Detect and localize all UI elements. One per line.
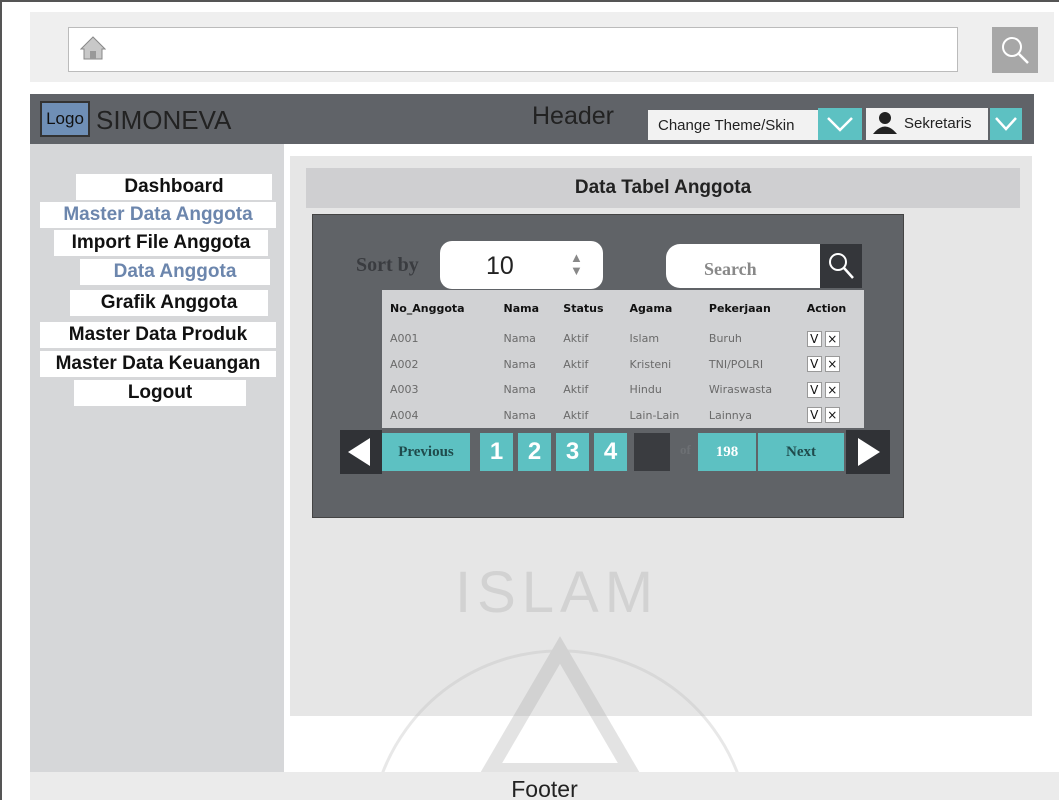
sidebar-item-logout[interactable]: Logout (74, 380, 246, 406)
cell-agama: Islam (629, 332, 660, 346)
watermark-text: ISLAM (455, 560, 659, 625)
cell-nama: Nama (503, 408, 536, 422)
sidebar-item-dashboard[interactable]: Dashboard (76, 174, 272, 200)
table-header-row: No_Anggota Nama Status Agama Pekerjaan A… (382, 290, 864, 326)
page-of-label: of (680, 442, 691, 457)
cell-status: Aktif (563, 383, 589, 397)
cell-nama: Nama (503, 383, 536, 397)
page-title: Data Tabel Anggota (306, 168, 1020, 208)
cell-no-anggota: A002 (390, 357, 419, 371)
chevron-down-icon (990, 117, 1022, 144)
delete-button[interactable]: × (824, 407, 840, 424)
cell-agama: Lain-Lain (629, 408, 680, 422)
cell-nama: Nama (503, 332, 536, 346)
approve-button[interactable]: V (806, 407, 822, 424)
sidebar-item-master-data-keuangan[interactable]: Master Data Keuangan (40, 351, 276, 377)
page-button-2[interactable]: 2 (518, 433, 551, 471)
search-input[interactable]: Search (666, 244, 822, 288)
sidebar-item-master-data-produk[interactable]: Master Data Produk (40, 322, 276, 348)
table-row: A003 Nama Aktif Hindu Wiraswasta V × (382, 377, 864, 403)
cell-action: V × (799, 326, 864, 352)
cell-no-anggota: A001 (390, 332, 419, 346)
column-header: Status (563, 301, 604, 315)
delete-button[interactable]: × (824, 356, 840, 373)
current-page-input[interactable] (634, 433, 670, 471)
page-total: 198 (698, 433, 756, 471)
user-icon (872, 111, 898, 135)
previous-button[interactable]: Previous (382, 433, 470, 471)
cell-pekerjaan: TNI/POLRI (708, 357, 764, 371)
cell-pekerjaan: Buruh (708, 332, 742, 346)
triangle-right-icon (846, 438, 890, 478)
cell-status: Aktif (563, 332, 589, 346)
table-row: A002 Nama Aktif Kristeni TNI/POLRI V × (382, 352, 864, 378)
cell-agama: Kristeni (629, 357, 672, 371)
home-icon[interactable] (79, 36, 107, 60)
page-button-3[interactable]: 3 (556, 433, 589, 471)
sort-select[interactable]: 10 ▲ ▼ (440, 241, 603, 289)
cell-pekerjaan: Lainnya (708, 408, 753, 422)
cell-agama: Hindu (629, 383, 662, 397)
page-back-arrow-button[interactable] (340, 430, 382, 474)
cell-action: V × (799, 377, 864, 403)
anggota-table: No_Anggota Nama Status Agama Pekerjaan A… (382, 290, 864, 428)
search-placeholder: Search (704, 259, 757, 279)
table-row: A001 Nama Aktif Islam Buruh V × (382, 326, 864, 352)
app-title: SIMONEVA (96, 105, 232, 135)
footer: Footer (30, 772, 1059, 802)
cell-status: Aktif (563, 408, 589, 422)
sort-label: Sort by (356, 254, 419, 276)
sidebar-item-master-data-anggota[interactable]: Master Data Anggota (40, 202, 276, 228)
approve-button[interactable]: V (806, 356, 822, 373)
chevron-down-icon (818, 117, 862, 144)
page-button-1[interactable]: 1 (480, 433, 513, 471)
column-header: Nama (503, 301, 539, 315)
approve-button[interactable]: V (806, 330, 822, 347)
theme-selector[interactable]: Change Theme/Skin (648, 110, 818, 140)
delete-button[interactable]: × (824, 381, 840, 398)
cell-status: Aktif (563, 357, 589, 371)
sidebar-item-grafik-anggota[interactable]: Grafik Anggota (70, 290, 268, 316)
sidebar-item-import-file-anggota[interactable]: Import File Anggota (54, 230, 268, 256)
column-header: Action (806, 301, 847, 315)
user-dropdown-button[interactable] (990, 108, 1022, 140)
column-header: Pekerjaan (708, 301, 771, 315)
sort-value: 10 (486, 252, 514, 280)
logo: Logo (40, 101, 90, 137)
cell-action: V × (799, 352, 864, 378)
column-header: No_Anggota (390, 301, 465, 315)
search-button[interactable] (820, 244, 862, 288)
theme-dropdown-button[interactable] (818, 108, 862, 140)
browser-search-button[interactable] (992, 27, 1038, 73)
table-row: A004 Nama Aktif Lain-Lain Lainnya V × (382, 403, 864, 429)
cell-no-anggota: A004 (390, 408, 419, 422)
approve-button[interactable]: V (806, 381, 822, 398)
page-forward-arrow-button[interactable] (846, 430, 890, 474)
column-header: Agama (629, 301, 673, 315)
cell-pekerjaan: Wiraswasta (708, 383, 773, 397)
page-button-4[interactable]: 4 (594, 433, 627, 471)
sidebar-item-data-anggota[interactable]: Data Anggota (80, 259, 270, 285)
stepper-arrows-icon[interactable]: ▲ ▼ (570, 251, 583, 277)
header-label: Header (532, 102, 614, 130)
next-button[interactable]: Next (758, 433, 844, 471)
cell-action: V × (799, 403, 864, 429)
delete-button[interactable]: × (824, 330, 840, 347)
cell-no-anggota: A003 (390, 383, 419, 397)
cell-nama: Nama (503, 357, 536, 371)
watermark-logo: ISLAM (378, 560, 742, 781)
address-bar[interactable] (68, 27, 958, 72)
triangle-left-icon (340, 438, 382, 478)
